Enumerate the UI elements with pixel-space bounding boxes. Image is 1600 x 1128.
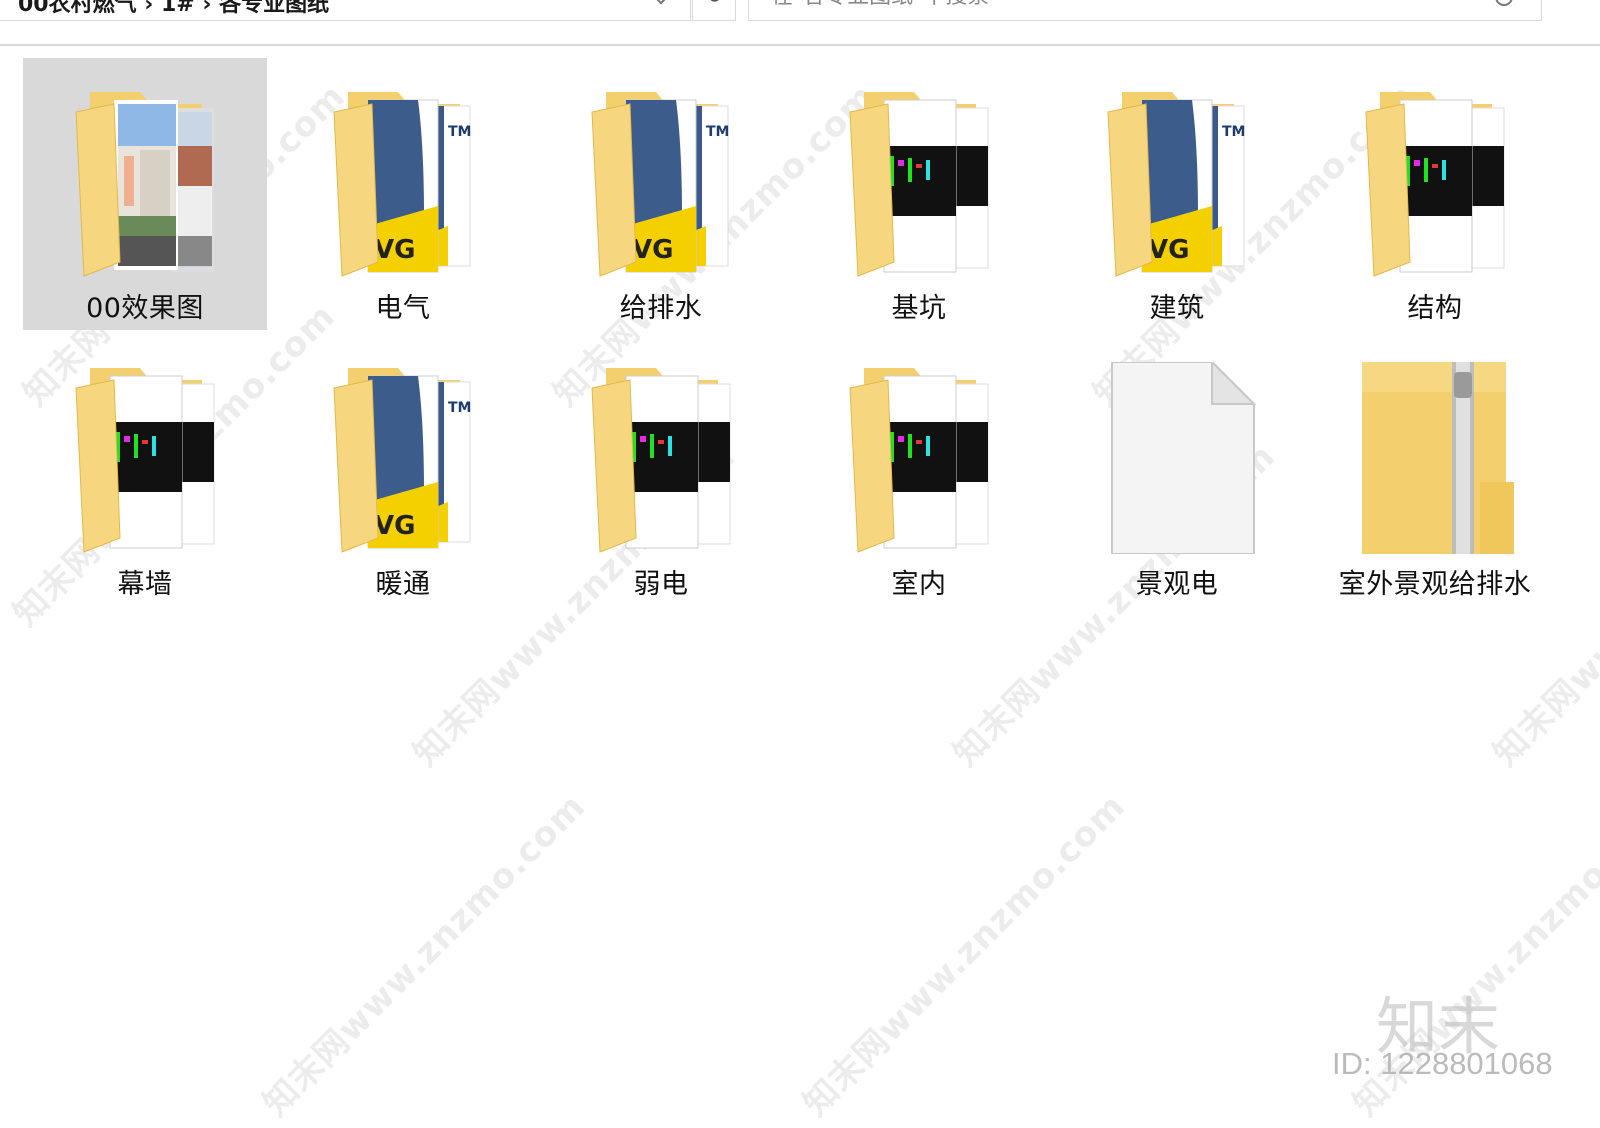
item-label: 景观电 [1135, 569, 1219, 600]
search-input[interactable] [771, 0, 1371, 9]
watermark-text: 知末网www.znzmo.com [255, 786, 594, 1124]
brand-id: ID: 1228801068 [1332, 1046, 1553, 1081]
top-bar: 00农村燃气 › 1# › 各专业图纸 ↻ [0, 0, 1600, 46]
folder-icon [844, 86, 998, 278]
file-icon [1102, 359, 1257, 555]
grid-item[interactable]: TM VG 电气 [281, 58, 525, 330]
folder-icon: TM VG [586, 86, 740, 278]
grid-item[interactable]: 00效果图 [23, 58, 267, 330]
grid-item[interactable]: TM VG 暖通 [281, 334, 525, 606]
svg-text:TM: TM [706, 124, 729, 140]
folder-icon: TM VG [1102, 86, 1256, 278]
item-label: 基坑 [891, 293, 947, 324]
grid-item[interactable]: 室外景观给排水 [1313, 334, 1557, 606]
watermark-text: 知末网www.znzmo.com [795, 786, 1134, 1124]
address-path: 00农村燃气 › 1# › 各专业图纸 [18, 0, 330, 17]
refresh-icon: ↻ [705, 0, 723, 9]
grid-item[interactable]: 基坑 [797, 58, 1041, 330]
item-label: 幕墙 [117, 569, 173, 600]
grid-item[interactable]: 幕墙 [23, 334, 267, 606]
grid-item[interactable]: TM VG 给排水 [539, 58, 783, 330]
folder-icon: TM VG [328, 86, 482, 278]
svg-text:TM: TM [1222, 124, 1245, 140]
zip-folder-icon [1360, 362, 1520, 554]
svg-text:TM: TM [448, 124, 471, 140]
address-bar[interactable]: 00农村燃气 › 1# › 各专业图纸 [0, 0, 691, 21]
grid-item[interactable]: 结构 [1313, 58, 1557, 330]
search-icon[interactable] [1495, 0, 1513, 6]
svg-text:TM: TM [448, 400, 471, 416]
folder-icon [1360, 86, 1514, 278]
svg-text:VG: VG [1148, 235, 1189, 265]
item-label: 暖通 [375, 569, 431, 600]
item-label: 建筑 [1149, 293, 1205, 324]
svg-text:VG: VG [374, 235, 415, 265]
grid-item[interactable]: 景观电 [1055, 334, 1299, 606]
item-label: 00效果图 [86, 293, 204, 324]
item-label: 弱电 [633, 569, 689, 600]
chevron-down-icon[interactable] [652, 0, 670, 5]
grid-item[interactable]: 弱电 [539, 334, 783, 606]
folder-icon: TM VG [328, 362, 482, 554]
folder-icon [844, 362, 998, 554]
svg-text:VG: VG [374, 511, 415, 541]
item-label: 室内 [891, 569, 947, 600]
item-label: 给排水 [619, 293, 703, 324]
grid-item[interactable]: 室内 [797, 334, 1041, 606]
folder-icon [70, 362, 224, 554]
folder-icon [586, 362, 740, 554]
folder-icon [70, 86, 224, 278]
refresh-button[interactable]: ↻ [692, 0, 736, 21]
grid-item[interactable]: TM VG 建筑 [1055, 58, 1299, 330]
svg-text:VG: VG [632, 235, 673, 265]
item-label: 结构 [1407, 293, 1463, 324]
item-label: 室外景观给排水 [1338, 569, 1532, 600]
item-label: 电气 [375, 293, 431, 324]
search-box[interactable] [748, 0, 1542, 21]
